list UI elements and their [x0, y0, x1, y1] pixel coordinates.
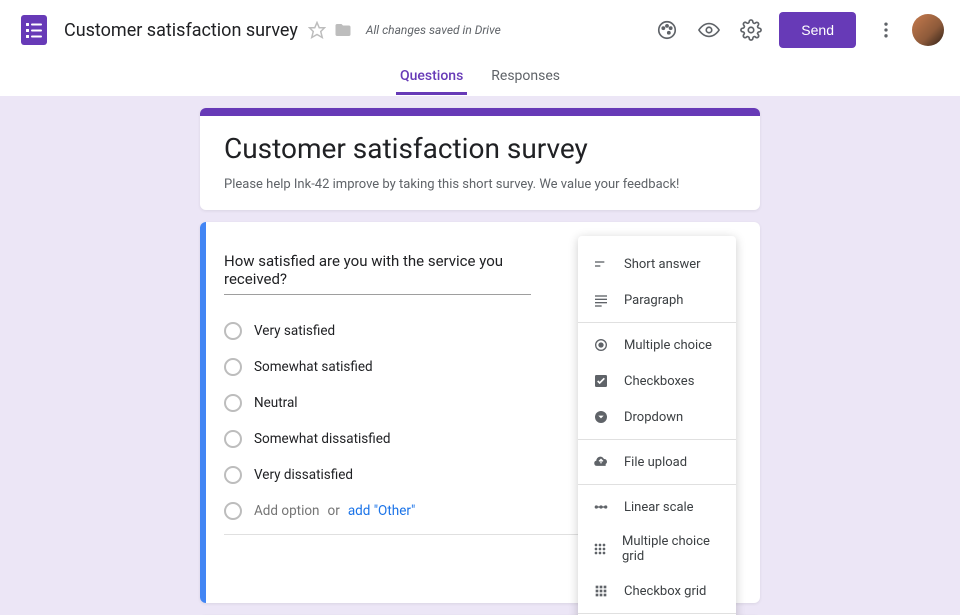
grid-circle-icon	[592, 540, 608, 558]
view-tabs: Questions Responses	[0, 60, 960, 96]
radio-icon	[224, 502, 242, 520]
move-to-folder-icon[interactable]	[334, 21, 352, 39]
menu-item-checkboxes[interactable]: Checkboxes	[578, 363, 736, 399]
menu-label: Multiple choice	[624, 338, 712, 353]
menu-item-paragraph[interactable]: Paragraph	[578, 282, 736, 318]
menu-label: File upload	[624, 455, 687, 470]
form-description[interactable]: Please help Ink-42 improve by taking thi…	[224, 177, 736, 192]
checkbox-icon	[592, 372, 610, 390]
option-label[interactable]: Very satisfied	[254, 323, 335, 339]
dropdown-icon	[592, 408, 610, 426]
preview-button[interactable]	[689, 10, 729, 50]
document-title[interactable]: Customer satisfaction survey	[64, 20, 298, 41]
radio-icon	[224, 394, 242, 412]
forms-logo-icon[interactable]	[16, 12, 52, 48]
menu-item-multiple-choice[interactable]: Multiple choice	[578, 327, 736, 363]
settings-button[interactable]	[731, 10, 771, 50]
menu-item-dropdown[interactable]: Dropdown	[578, 399, 736, 435]
app-header: Customer satisfaction survey All changes…	[0, 0, 960, 60]
menu-item-short-answer[interactable]: Short answer	[578, 246, 736, 282]
cloud-upload-icon	[592, 453, 610, 471]
grid-square-icon	[592, 582, 610, 600]
save-status: All changes saved in Drive	[366, 23, 501, 37]
add-option-label[interactable]: Add option	[254, 503, 320, 519]
form-canvas: Customer satisfaction survey Please help…	[0, 96, 960, 615]
avatar[interactable]	[912, 14, 944, 46]
menu-item-linear-scale[interactable]: Linear scale	[578, 489, 736, 525]
radio-icon	[224, 430, 242, 448]
menu-label: Dropdown	[624, 410, 683, 425]
radio-button-icon	[592, 336, 610, 354]
form-title-card[interactable]: Customer satisfaction survey Please help…	[200, 108, 760, 210]
question-type-menu: Short answer Paragraph Multiple choice	[578, 236, 736, 615]
radio-icon	[224, 466, 242, 484]
menu-label: Checkboxes	[624, 374, 694, 389]
tab-responses[interactable]: Responses	[487, 60, 564, 95]
option-label[interactable]: Somewhat dissatisfied	[254, 431, 391, 447]
short-answer-icon	[592, 255, 610, 273]
menu-label: Checkbox grid	[624, 584, 706, 599]
option-label[interactable]: Somewhat satisfied	[254, 359, 373, 375]
option-label[interactable]: Very dissatisfied	[254, 467, 353, 483]
menu-item-multiple-choice-grid[interactable]: Multiple choice grid	[578, 525, 736, 573]
star-icon[interactable]	[308, 21, 326, 39]
customize-theme-button[interactable]	[647, 10, 687, 50]
option-label[interactable]: Neutral	[254, 395, 298, 411]
menu-item-file-upload[interactable]: File upload	[578, 444, 736, 480]
tab-questions[interactable]: Questions	[396, 60, 467, 95]
radio-icon	[224, 322, 242, 340]
form-title[interactable]: Customer satisfaction survey	[224, 132, 736, 165]
radio-icon	[224, 358, 242, 376]
menu-item-checkbox-grid[interactable]: Checkbox grid	[578, 573, 736, 609]
menu-label: Multiple choice grid	[622, 534, 722, 564]
linear-scale-icon	[592, 498, 610, 516]
paragraph-icon	[592, 291, 610, 309]
menu-label: Linear scale	[624, 500, 694, 515]
send-button[interactable]: Send	[779, 12, 856, 48]
add-other-link[interactable]: add "Other"	[348, 503, 416, 519]
menu-label: Short answer	[624, 257, 701, 272]
question-title-input[interactable]: How satisfied are you with the service y…	[224, 244, 531, 295]
add-option-or: or	[328, 503, 340, 519]
more-button[interactable]	[866, 10, 906, 50]
menu-label: Paragraph	[624, 293, 683, 308]
